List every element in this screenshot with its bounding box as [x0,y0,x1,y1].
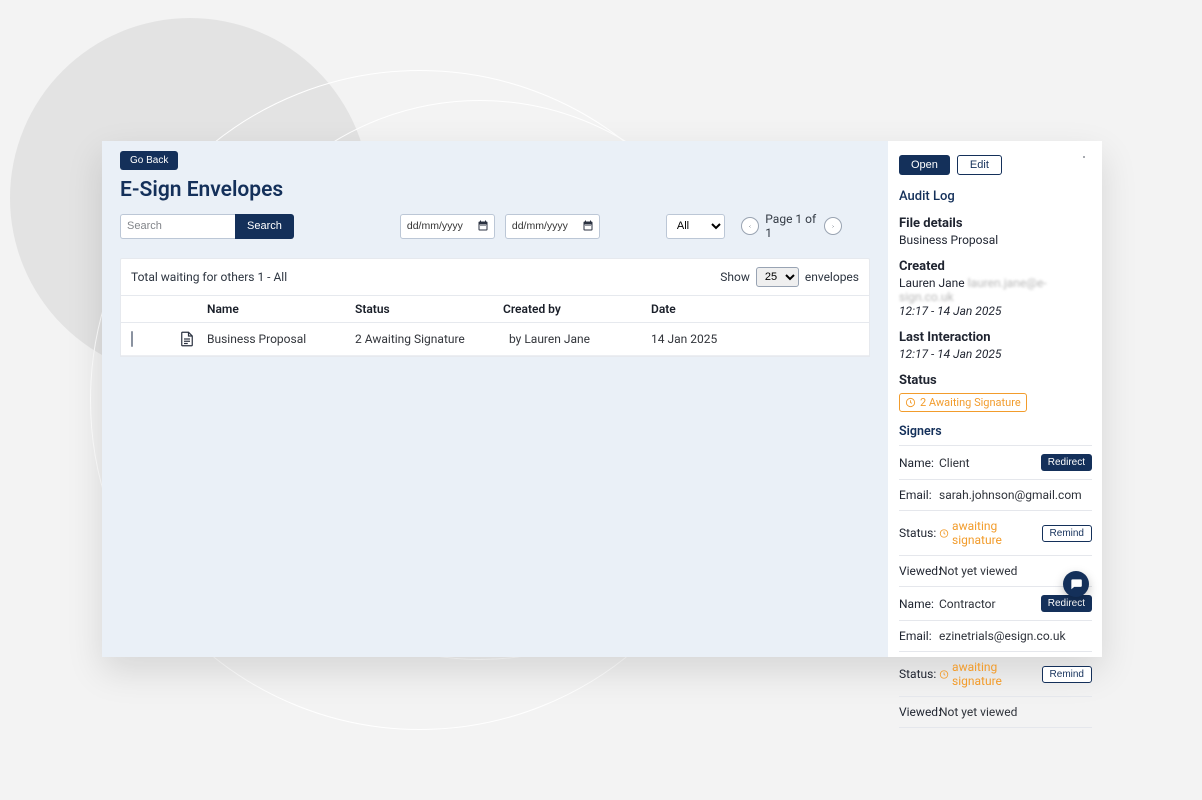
created-name: Lauren Jane [899,276,965,290]
pager-prev-button[interactable] [741,217,759,235]
chevron-right-icon [831,222,835,231]
redirect-button[interactable]: Redirect [1041,595,1092,612]
pager: Page 1 of 1 [741,212,842,240]
close-icon [1082,152,1086,162]
date-to-input[interactable] [505,214,600,239]
filter-select[interactable]: All [666,214,725,239]
table-header: Name Status Created by Date [121,295,869,323]
clock-icon [939,528,949,539]
document-icon [177,329,197,349]
col-name: Name [207,302,355,316]
divider [899,727,1092,728]
divider [899,479,1092,480]
divider [899,555,1092,556]
show-label: Show [720,270,750,284]
file-details-label: File details [899,216,1092,231]
col-status: Status [355,302,503,316]
signer-status: awaiting signature [939,519,1042,547]
edit-button[interactable]: Edit [957,155,1002,175]
divider [899,651,1092,652]
signer-email-label: Email: [899,629,939,643]
search-group: Search [120,214,294,239]
signer-status-label: Status: [899,667,939,681]
date-range-group [400,214,600,239]
signer-email: sarah.johnson@gmail.com [939,488,1092,502]
last-interaction-label: Last Interaction [899,330,1092,345]
signer-email-label: Email: [899,488,939,502]
go-back-button[interactable]: Go Back [120,151,178,170]
last-interaction-time: 12:17 - 14 Jan 2025 [899,347,1092,361]
signers-header: Signers [899,424,1092,439]
col-date: Date [651,302,799,316]
signer-name-label: Name: [899,597,939,611]
table-row[interactable]: Business Proposal 2 Awaiting Signature b… [121,323,869,356]
page-title: E-Sign Envelopes [120,178,870,202]
divider [899,510,1092,511]
chevron-left-icon [748,222,752,231]
chat-icon [1069,577,1083,591]
app-shell: Go Back E-Sign Envelopes Search All [102,141,1102,657]
detail-panel: Open Edit Audit Log File details Busines… [888,141,1102,657]
signer-viewed: Not yet viewed [939,705,1092,719]
signer-email: ezinetrials@esign.co.uk [939,629,1092,643]
signer-status: awaiting signature [939,660,1042,688]
clock-icon [939,669,949,680]
row-checkbox[interactable] [131,331,133,347]
remind-button[interactable]: Remind [1042,666,1092,683]
date-from-input[interactable] [400,214,495,239]
envelopes-label: envelopes [805,270,859,284]
divider [899,696,1092,697]
audit-log-link[interactable]: Audit Log [899,189,955,204]
cell-status: 2 Awaiting Signature [355,332,503,346]
remind-button[interactable]: Remind [1042,525,1092,542]
signer-name: Client [939,456,1041,470]
signer-name-label: Name: [899,456,939,470]
chat-fab-button[interactable] [1063,571,1089,597]
created-time: 12:17 - 14 Jan 2025 [899,304,1092,318]
cell-created-by: by Lauren Jane [503,332,651,346]
pager-next-button[interactable] [824,217,842,235]
toolbar: Search All Page 1 of 1 [120,212,870,240]
main-panel: Go Back E-Sign Envelopes Search All [102,141,888,657]
open-button[interactable]: Open [899,155,950,175]
signer-block: Name: Client Redirect Email: sarah.johns… [899,452,1092,580]
signer-name: Contractor [939,597,1041,611]
signer-viewed-label: Viewed: [899,564,939,578]
file-details-name: Business Proposal [899,233,1092,247]
signer-status-label: Status: [899,526,939,540]
close-panel-button[interactable] [1076,149,1092,165]
status-pill: 2 Awaiting Signature [899,393,1027,412]
pager-label: Page 1 of 1 [765,212,818,240]
clock-icon [905,397,916,408]
status-label: Status [899,373,1092,388]
search-input[interactable] [120,214,235,239]
cell-name: Business Proposal [207,332,355,346]
signer-block: Name: Contractor Redirect Email: ezinetr… [899,593,1092,721]
perpage-select[interactable]: 25 [756,267,799,287]
divider [899,620,1092,621]
col-created-by: Created by [503,302,651,316]
envelopes-table: Total waiting for others 1 - All Show 25… [120,258,870,357]
redirect-button[interactable]: Redirect [1041,454,1092,471]
search-button[interactable]: Search [235,214,294,239]
cell-date: 14 Jan 2025 [651,332,799,346]
divider [899,445,1092,446]
created-label: Created [899,259,1092,274]
perpage-group: Show 25 envelopes [720,267,859,287]
table-summary-text: Total waiting for others 1 - All [131,270,287,284]
signer-viewed-label: Viewed: [899,705,939,719]
